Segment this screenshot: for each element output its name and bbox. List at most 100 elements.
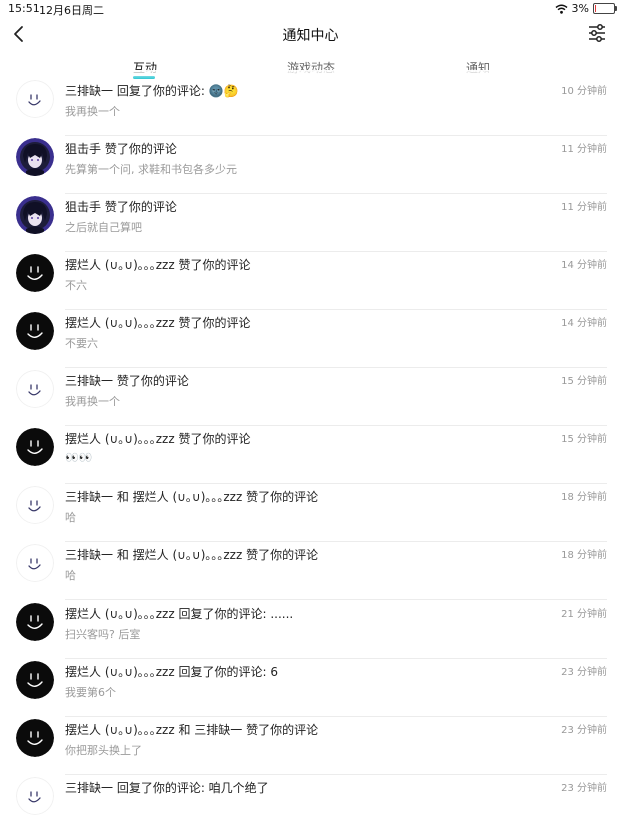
smiley-face-icon	[16, 719, 54, 757]
row-divider	[65, 658, 607, 659]
row-divider	[65, 541, 607, 542]
notification-title: 狙击手 赞了你的评论	[65, 200, 177, 214]
list-item[interactable]: 三排缺一 和 摆烂人 (∪｡∪)｡｡｡zzz 赞了你的评论哈 18 分钟前	[0, 486, 621, 544]
list-item[interactable]: 三排缺一 赞了你的评论 我再换一个 15 分钟前	[0, 370, 621, 428]
smiley-face-icon	[16, 428, 54, 466]
row-divider	[65, 774, 607, 775]
notification-title: 摆烂人 (∪｡∪)｡｡｡zzz 赞了你的评论	[65, 316, 251, 330]
row-divider	[65, 251, 607, 252]
notification-snippet: 我再换一个	[65, 395, 120, 408]
notification-title: 摆烂人 (∪｡∪)｡｡｡zzz 赞了你的评论	[65, 258, 251, 272]
notification-title: 三排缺一 赞了你的评论	[65, 374, 189, 388]
nav-bar: 通知中心	[0, 18, 621, 50]
list-item[interactable]: 摆烂人 (∪｡∪)｡｡｡zzz 回复了你的评论: ...... 扫兴客吗? 后室 2…	[0, 603, 621, 661]
smiley-face-icon	[16, 80, 54, 118]
row-divider	[65, 716, 607, 717]
row-divider	[65, 599, 607, 600]
smiley-face-icon	[16, 370, 54, 408]
avatar[interactable]	[16, 486, 54, 524]
list-item[interactable]: 三排缺一 和 摆烂人 (∪｡∪)｡｡｡zzz 赞了你的评论哈 18 分钟前	[0, 544, 621, 602]
notification-title: 三排缺一 回复了你的评论: 咱几个绝了	[65, 781, 269, 795]
avatar[interactable]	[16, 544, 54, 582]
notification-time: 23 分钟前	[561, 725, 607, 736]
battery-fill	[595, 5, 596, 12]
notification-snippet: 不要六	[65, 337, 98, 350]
page-title: 通知中心	[282, 28, 339, 44]
notification-snippet: 哈	[65, 569, 76, 582]
notification-time: 15 分钟前	[561, 376, 607, 387]
row-divider	[65, 193, 607, 194]
notification-time: 11 分钟前	[561, 202, 607, 213]
notification-title: 摆烂人 (∪｡∪)｡｡｡zzz 和 三排缺一 赞了你的评论	[65, 723, 319, 737]
notification-title: 摆烂人 (∪｡∪)｡｡｡zzz 赞了你的评论	[65, 432, 251, 446]
row-divider	[65, 135, 607, 136]
avatar[interactable]	[16, 661, 54, 699]
list-item[interactable]: 狙击手 赞了你的评论 之后就自己算吧 11 分钟前	[0, 196, 621, 254]
avatar[interactable]	[16, 603, 54, 641]
row-divider	[65, 483, 607, 484]
notification-title: 三排缺一 和 摆烂人 (∪｡∪)｡｡｡zzz 赞了你的评论	[65, 490, 319, 504]
list-item[interactable]: 摆烂人 (∪｡∪)｡｡｡zzz 赞了你的评论 👀👀 15 分钟前	[0, 428, 621, 486]
notification-time: 11 分钟前	[561, 144, 607, 155]
anime-avatar-icon	[16, 138, 54, 176]
notification-snippet: 扫兴客吗? 后室	[65, 628, 141, 641]
status-bar: 15:51 12月6日周二 3%	[0, 0, 621, 18]
avatar[interactable]	[16, 196, 54, 234]
avatar[interactable]	[16, 370, 54, 408]
list-top-fade	[0, 70, 621, 80]
smiley-face-icon	[16, 486, 54, 524]
notification-time: 10 分钟前	[561, 86, 607, 97]
list-item[interactable]: 三排缺一 回复了你的评论: 咱几个绝了 23 分钟前	[0, 777, 621, 835]
notification-title: 摆烂人 (∪｡∪)｡｡｡zzz 回复了你的评论: ......	[65, 607, 294, 621]
row-divider	[65, 309, 607, 310]
notification-snippet: 不六	[65, 279, 87, 292]
smiley-face-icon	[16, 603, 54, 641]
list-item[interactable]: 摆烂人 (∪｡∪)｡｡｡zzz 和 三排缺一 赞了你的评论 你把那头换上了 23 分…	[0, 719, 621, 777]
notification-time: 23 分钟前	[561, 667, 607, 678]
status-time: 15:51	[8, 2, 40, 15]
notification-snippet: 你把那头换上了	[65, 744, 142, 757]
status-date: 12月6日周二	[39, 4, 104, 17]
list-item[interactable]: 三排缺一 回复了你的评论: 🌚🤔 我再换一个 10 分钟前	[0, 80, 621, 138]
notification-title: 三排缺一 和 摆烂人 (∪｡∪)｡｡｡zzz 赞了你的评论	[65, 548, 319, 562]
list-item[interactable]: 摆烂人 (∪｡∪)｡｡｡zzz 赞了你的评论 不六 14 分钟前	[0, 254, 621, 312]
avatar[interactable]	[16, 80, 54, 118]
status-right: 3%	[555, 2, 617, 15]
avatar[interactable]	[16, 428, 54, 466]
notification-snippet: 哈	[65, 511, 76, 524]
smiley-face-icon	[16, 254, 54, 292]
smiley-face-icon	[16, 544, 54, 582]
list-item[interactable]: 摆烂人 (∪｡∪)｡｡｡zzz 赞了你的评论 不要六 14 分钟前	[0, 312, 621, 370]
list-item[interactable]: 摆烂人 (∪｡∪)｡｡｡zzz 回复了你的评论: 6 我要第6个 23 分钟前	[0, 661, 621, 719]
battery-percent: 3%	[571, 2, 589, 15]
smiley-face-icon	[16, 777, 54, 815]
notification-snippet: 我要第6个	[65, 686, 116, 699]
avatar[interactable]	[16, 138, 54, 176]
notification-snippet: 我再换一个	[65, 105, 120, 118]
settings-sliders-icon[interactable]	[587, 23, 607, 43]
notification-title: 三排缺一 回复了你的评论: 🌚🤔	[65, 84, 239, 98]
notification-time: 15 分钟前	[561, 434, 607, 445]
avatar[interactable]	[16, 254, 54, 292]
notification-snippet: 先算第一个问, 求鞋和书包各多少元	[65, 163, 237, 176]
notification-snippet: 👀👀	[65, 451, 93, 464]
notification-snippet: 之后就自己算吧	[65, 221, 142, 234]
smiley-face-icon	[16, 661, 54, 699]
avatar[interactable]	[16, 777, 54, 815]
notification-time: 21 分钟前	[561, 609, 607, 620]
row-divider	[65, 425, 607, 426]
row-divider	[65, 367, 607, 368]
battery-icon	[593, 3, 617, 14]
list-item[interactable]: 狙击手 赞了你的评论 先算第一个问, 求鞋和书包各多少元 11 分钟前	[0, 138, 621, 196]
wifi-icon	[555, 4, 568, 14]
notification-time: 23 分钟前	[561, 783, 607, 794]
avatar[interactable]	[16, 719, 54, 757]
notification-time: 14 分钟前	[561, 260, 607, 271]
notification-title: 摆烂人 (∪｡∪)｡｡｡zzz 回复了你的评论: 6	[65, 665, 278, 679]
notification-time: 18 分钟前	[561, 492, 607, 503]
smiley-face-icon	[16, 312, 54, 350]
notification-time: 14 分钟前	[561, 318, 607, 329]
avatar[interactable]	[16, 312, 54, 350]
notification-time: 18 分钟前	[561, 550, 607, 561]
anime-avatar-icon	[16, 196, 54, 234]
